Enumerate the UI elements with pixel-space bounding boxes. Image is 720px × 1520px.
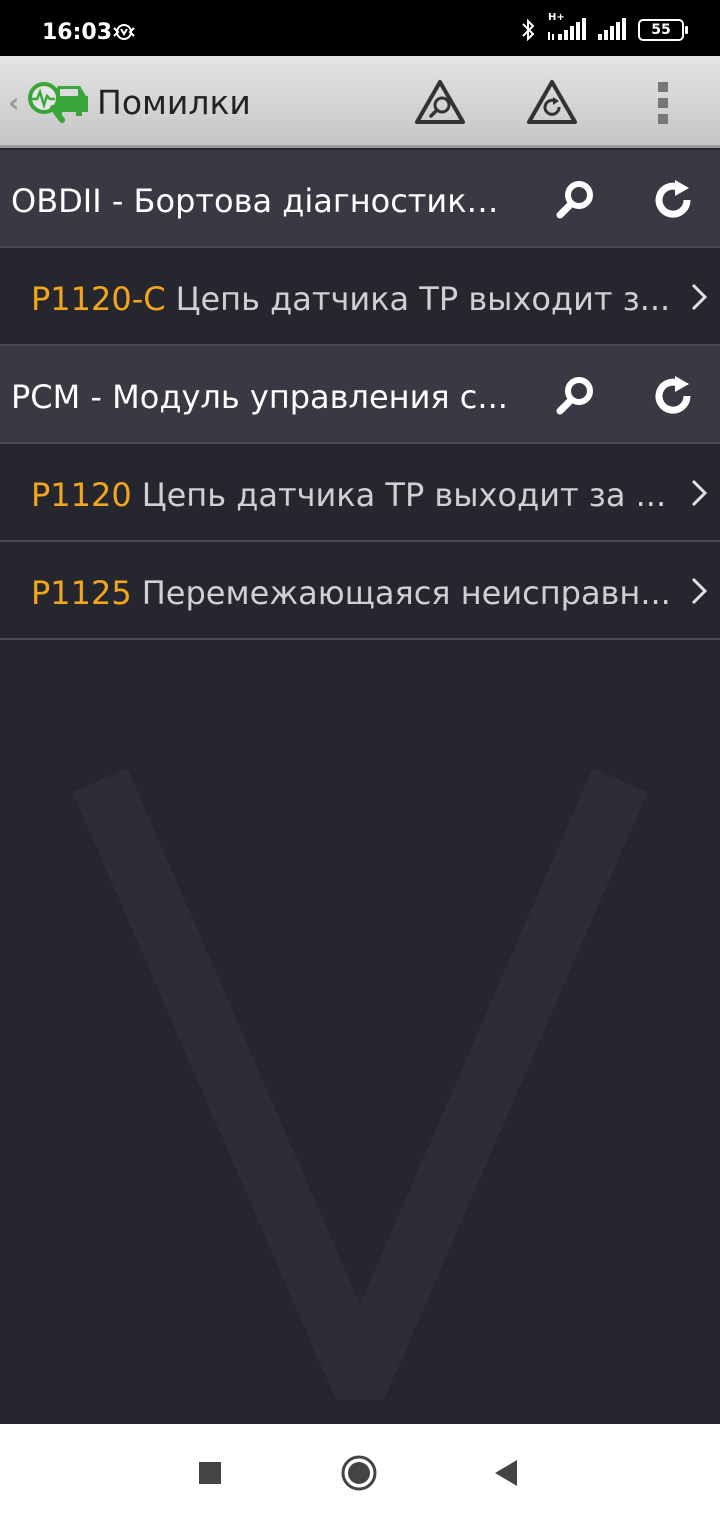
group-title: PCM - Модуль управления с... xyxy=(11,378,508,416)
refresh-icon[interactable] xyxy=(651,374,695,418)
app-bar: ‹ Помилки xyxy=(0,56,720,148)
dtc-description: Цепь датчика TP выходит за ... xyxy=(141,476,667,514)
system-nav-bar xyxy=(0,1424,720,1520)
search-warning-icon[interactable] xyxy=(414,78,466,126)
recents-icon[interactable] xyxy=(191,1454,229,1492)
list-item[interactable]: P1120 Цепь датчика TP выходит за ... xyxy=(0,444,720,542)
group-header-obdii: OBDII - Бортова діагностика... xyxy=(0,150,720,248)
dtc-description: Перемежающаяся неисправн... xyxy=(141,574,671,612)
status-icons: H+ 55 xyxy=(520,12,688,42)
signal-h-plus: H+ xyxy=(546,12,586,42)
back-chevron-icon[interactable]: ‹ xyxy=(8,86,20,119)
home-icon[interactable] xyxy=(340,1454,378,1492)
status-time: 16:03 xyxy=(42,20,113,45)
background-watermark xyxy=(72,768,648,1400)
chevron-right-icon xyxy=(691,479,708,507)
bluetooth-icon xyxy=(522,18,535,42)
app-notification-icon xyxy=(113,24,135,40)
back-icon[interactable] xyxy=(487,1454,525,1492)
dtc-code: P1120 xyxy=(31,476,132,514)
list-item[interactable]: P1120-C Цепь датчика TP выходит з... xyxy=(0,248,720,346)
dtc-code: P1120-C xyxy=(31,280,166,318)
refresh-icon[interactable] xyxy=(651,178,695,222)
page-title: Помилки xyxy=(97,83,251,122)
overflow-menu-icon[interactable] xyxy=(658,82,670,126)
signal-icon xyxy=(598,18,626,40)
group-title: OBDII - Бортова діагностика... xyxy=(11,182,511,220)
signal-icon xyxy=(548,18,586,40)
search-icon[interactable] xyxy=(553,178,597,222)
group-header-pcm: PCM - Модуль управления с... xyxy=(0,346,720,444)
battery-icon: 55 xyxy=(638,19,688,41)
chevron-right-icon xyxy=(691,283,708,311)
refresh-warning-icon[interactable] xyxy=(526,78,578,126)
dtc-text: P1120-C Цепь датчика TP выходит з... xyxy=(31,280,676,318)
search-icon[interactable] xyxy=(553,374,597,418)
dtc-code: P1125 xyxy=(31,574,132,612)
dtc-text: P1125 Перемежающаяся неисправн... xyxy=(31,574,676,612)
list-item[interactable]: P1125 Перемежающаяся неисправн... xyxy=(0,542,720,640)
chevron-right-icon xyxy=(691,577,708,605)
status-bar: 16:03 H+ 55 xyxy=(0,0,720,56)
dtc-text: P1120 Цепь датчика TP выходит за ... xyxy=(31,476,676,514)
dtc-description: Цепь датчика TP выходит з... xyxy=(175,280,671,318)
app-logo-icon[interactable] xyxy=(22,78,90,128)
